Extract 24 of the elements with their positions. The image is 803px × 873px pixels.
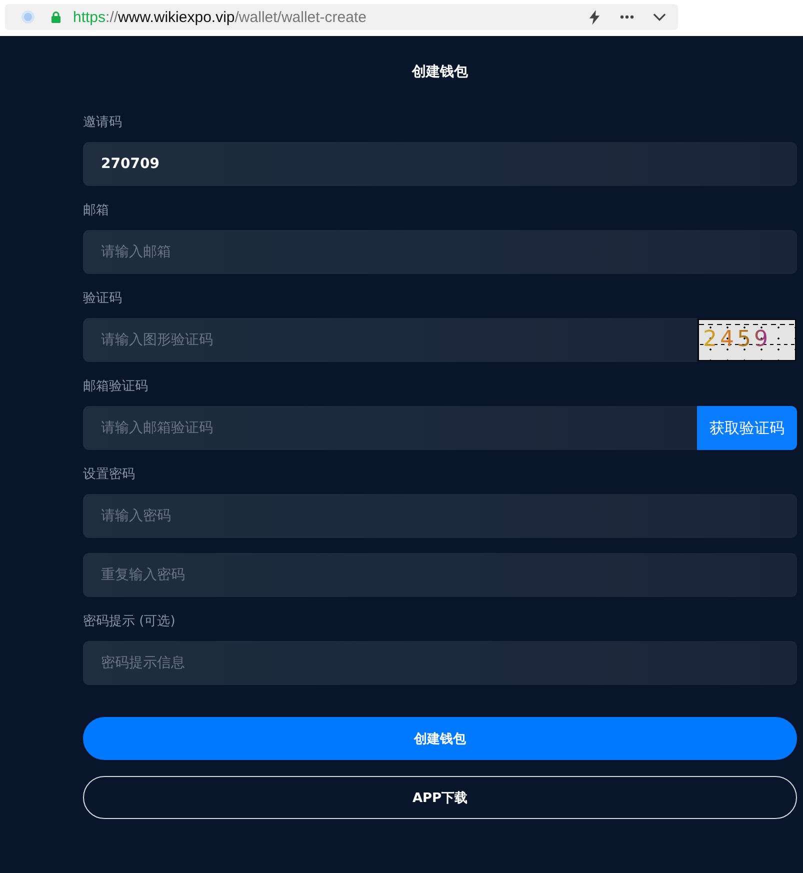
input-field[interactable]: 请输入图形验证码: [83, 318, 697, 362]
input-field[interactable]: 270709: [83, 142, 797, 186]
input-field[interactable]: 密码提示信息: [83, 641, 797, 685]
page-title: 创建钱包: [410, 63, 469, 82]
create-wallet-button[interactable]: 创建钱包: [83, 717, 797, 760]
field-label: 设置密码: [83, 466, 135, 484]
field-label: 验证码: [83, 290, 122, 308]
input-field[interactable]: 重复输入密码: [83, 553, 797, 597]
lock-icon: [51, 11, 61, 23]
lightning-icon[interactable]: [589, 10, 600, 24]
field-label: 密码提示 (可选): [83, 613, 176, 631]
input-field[interactable]: 请输入密码: [83, 494, 797, 538]
field-label: 邀请码: [83, 114, 122, 132]
url-text: https://www.wikiexpo.vip/wallet/wallet-create: [73, 8, 366, 26]
get-code-button[interactable]: 获取验证码: [697, 406, 797, 450]
input-field[interactable]: 请输入邮箱: [83, 230, 797, 274]
address-bar[interactable]: https://www.wikiexpo.vip/wallet/wallet-create: [5, 4, 678, 30]
circle-icon: [21, 10, 35, 24]
download-app-button[interactable]: APP下载: [83, 776, 797, 819]
chevron-down-icon[interactable]: [653, 13, 666, 21]
more-icon[interactable]: [620, 15, 634, 19]
field-label: 邮箱验证码: [83, 378, 148, 396]
field-label: 邮箱: [83, 202, 109, 220]
input-field[interactable]: 请输入邮箱验证码: [83, 406, 697, 450]
